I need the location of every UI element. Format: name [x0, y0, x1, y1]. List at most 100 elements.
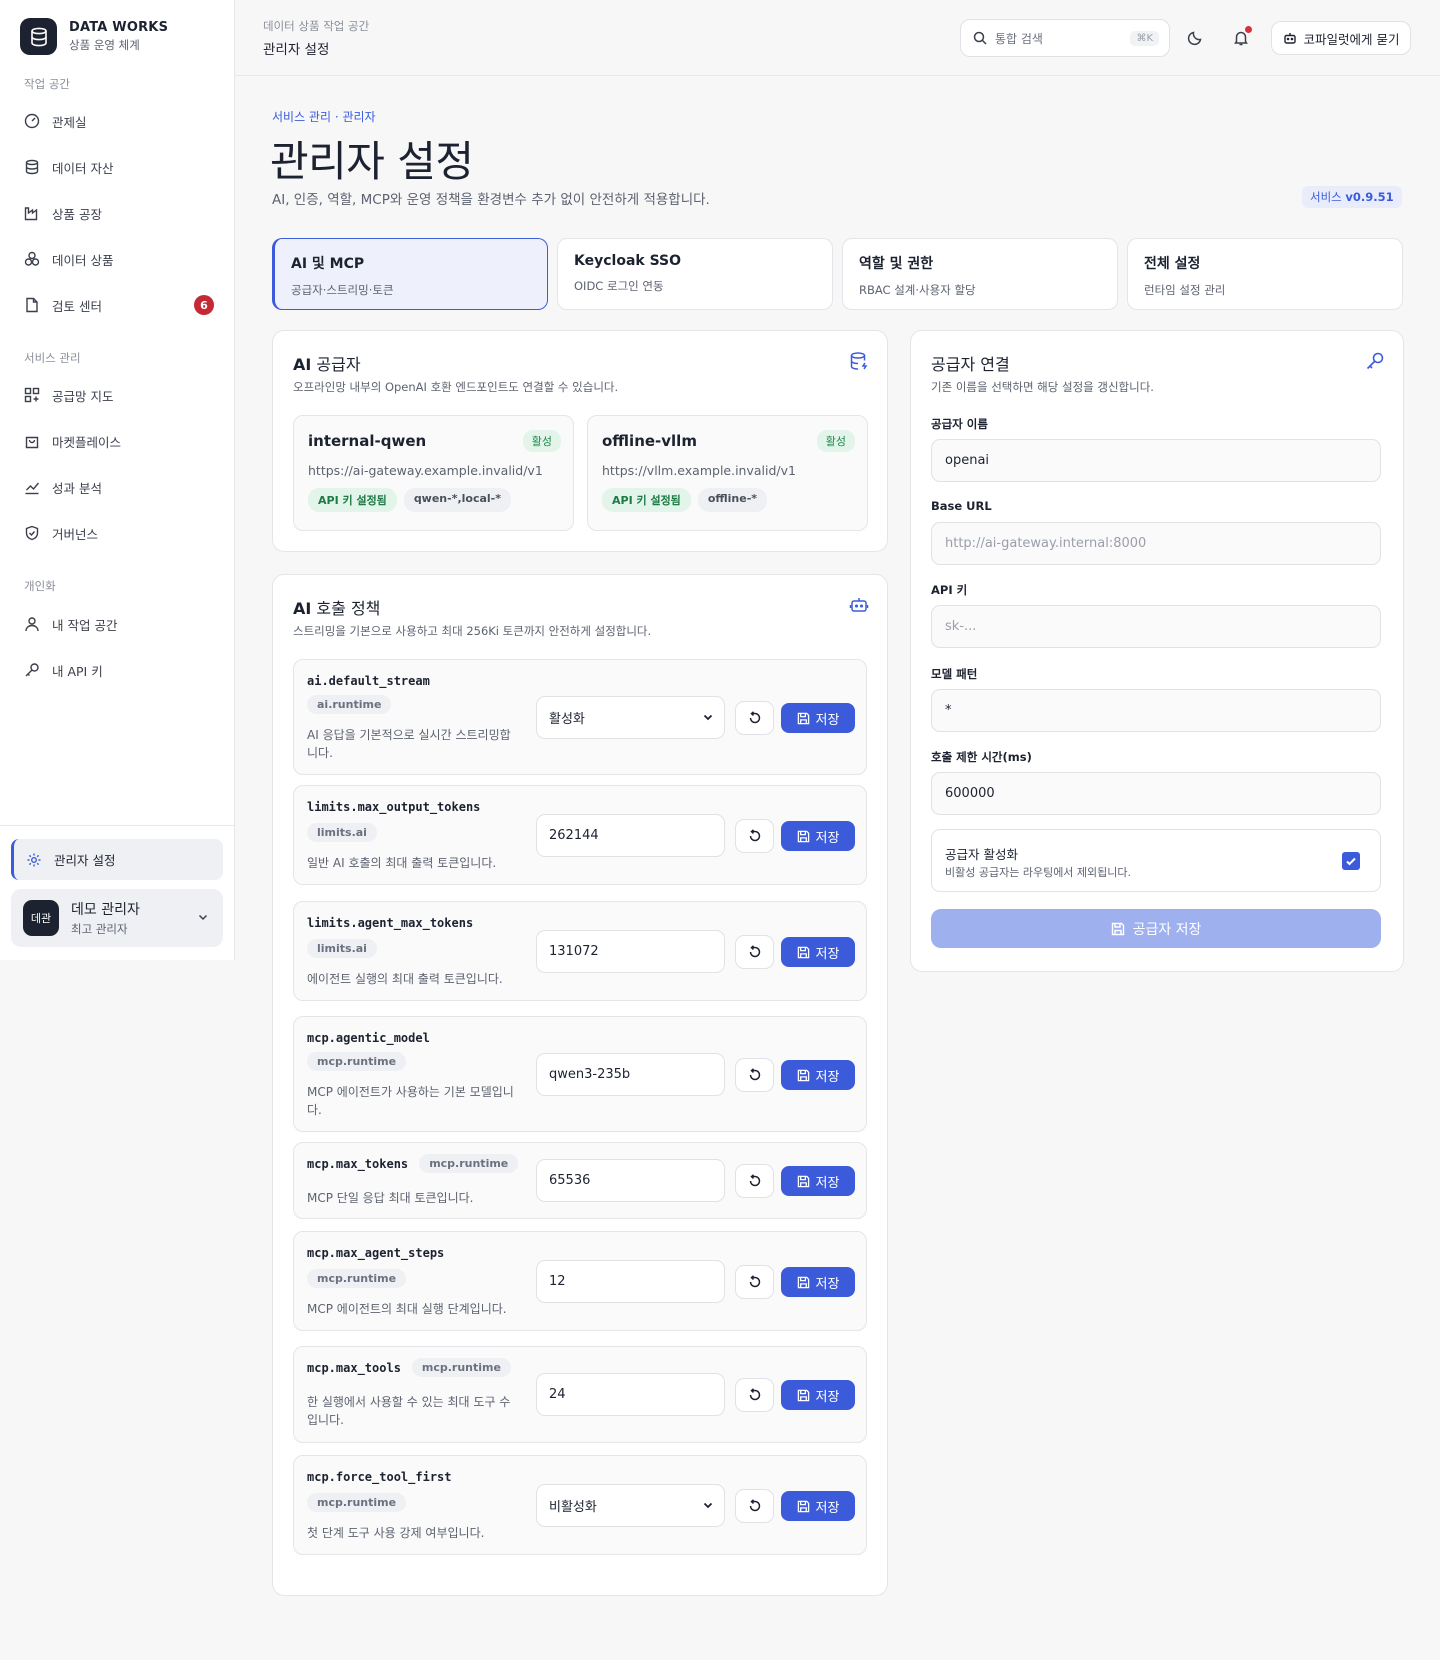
save-button[interactable]: 저장 [781, 821, 855, 851]
chevron-down-icon [703, 1502, 713, 1509]
tab-keycloak-sso[interactable]: Keycloak SSO OIDC 로그인 연동 [557, 238, 833, 310]
policy-row: ai.default_stream ai.runtime AI 응답을 기본적으로 … [293, 659, 867, 775]
status-badge: 활성 [816, 430, 855, 452]
tab-subtitle: 공급자·스트리밍·토큰 [291, 283, 394, 297]
sidebar-item-my-api-key[interactable]: 내 API 키 [24, 653, 214, 687]
document-icon [26, 297, 38, 313]
reset-button[interactable] [735, 1058, 774, 1092]
reset-button[interactable] [735, 1378, 774, 1412]
theme-toggle-button[interactable] [1181, 24, 1209, 52]
policy-value: 비활성화 [549, 1500, 597, 1515]
chevron-down-icon [703, 714, 713, 721]
policy-input[interactable]: 131072 [536, 930, 725, 973]
policy-input[interactable]: 24 [536, 1373, 725, 1416]
robot-icon [849, 598, 869, 612]
database-settings-icon [850, 352, 868, 370]
policy-row: mcp.max_agent_steps mcp.runtime MCP 에이전트의 … [293, 1231, 867, 1331]
sidebar-item-supply-map[interactable]: 공급망 지도 [24, 378, 214, 412]
policy-key: limits.agent_max_tokens [307, 916, 474, 930]
reset-button[interactable] [735, 1489, 774, 1523]
policy-scope-badge: mcp.runtime [411, 1358, 511, 1377]
sidebar-item-data-assets[interactable]: 데이터 자산 [24, 150, 214, 184]
save-label: 저장 [815, 712, 840, 728]
sidebar-item-marketplace[interactable]: 마켓플레이스 [24, 424, 214, 458]
tab-ai-mcp[interactable]: AI 및 MCP 공급자·스트리밍·토큰 [272, 238, 548, 310]
policy-row: limits.max_output_tokens limits.ai 일반 AI 호… [293, 785, 867, 885]
sidebar-item-analytics[interactable]: 성과 분석 [24, 470, 214, 504]
topbar-breadcrumb: 데이터 상품 작업 공간 [263, 19, 370, 33]
nav-section-label: 작업 공간 [24, 77, 70, 91]
notifications-button[interactable] [1227, 24, 1255, 52]
reset-button[interactable] [735, 1265, 774, 1299]
save-button[interactable]: 저장 [781, 1166, 855, 1196]
provider-name-field[interactable]: openai [931, 439, 1381, 482]
avatar: 데관 [23, 900, 59, 936]
breadcrumb[interactable]: 서비스 관리 · 관리자 [272, 108, 376, 125]
sidebar-item-governance[interactable]: 거버넌스 [24, 516, 214, 550]
tab-all-settings[interactable]: 전체 설정 런타임 설정 관리 [1127, 238, 1403, 310]
base-url-label: Base URL [931, 499, 992, 513]
topbar-page-title: 관리자 설정 [263, 42, 330, 58]
reset-button[interactable] [735, 935, 774, 969]
save-button[interactable]: 저장 [781, 1267, 855, 1297]
save-button[interactable]: 저장 [781, 703, 855, 733]
policy-input[interactable]: qwen3-235b [536, 1053, 725, 1096]
sidebar-item-my-workspace[interactable]: 내 작업 공간 [24, 607, 214, 641]
tab-subtitle: 런타임 설정 관리 [1144, 283, 1226, 297]
provider-item[interactable]: offline-vllm 활성 https://vllm.example.inv… [587, 415, 868, 531]
ask-copilot-button[interactable]: 코파일럿에게 묻기 [1271, 21, 1411, 55]
policy-value: 131072 [549, 944, 599, 959]
tab-roles-permissions[interactable]: 역할 및 권한 RBAC 설계·사용자 할당 [842, 238, 1118, 310]
toggle-description: 비활성 공급자는 라우팅에서 제외됩니다. [945, 866, 1132, 879]
save-button[interactable]: 저장 [781, 1060, 855, 1090]
factory-icon [24, 207, 38, 221]
sidebar-item-label: 관리자 설정 [54, 853, 116, 868]
sidebar-item-admin-settings[interactable]: 관리자 설정 [11, 839, 223, 880]
save-button[interactable]: 저장 [781, 1491, 855, 1521]
base-url-field[interactable]: http://ai-gateway.internal:8000 [931, 522, 1381, 565]
sidebar-item-label: 검토 센터 [52, 298, 102, 314]
database-logo-icon [20, 18, 57, 55]
policy-description: MCP 단일 응답 최대 토큰입니다. [307, 1191, 474, 1205]
tab-title: AI 및 MCP [291, 256, 365, 272]
policy-select[interactable]: 비활성화 [536, 1484, 725, 1527]
sidebar-item-label: 관제실 [52, 114, 87, 130]
sidebar-item-review-center[interactable]: 검토 센터 6 [24, 288, 214, 322]
reset-button[interactable] [735, 819, 774, 853]
sidebar-item-label: 마켓플레이스 [52, 434, 122, 450]
reset-button[interactable] [735, 1164, 774, 1198]
sidebar-item-label: 상품 공장 [52, 206, 102, 222]
ai-call-policy-card: AI 호출 정책 스트리밍을 기본으로 사용하고 최대 256Ki 토큰까지 안… [272, 574, 888, 1596]
search-input[interactable]: 통합 검색 ⌘K [960, 19, 1170, 57]
policy-scope-badge: mcp.runtime [307, 1269, 407, 1288]
provider-enabled-checkbox[interactable] [1342, 852, 1360, 870]
policy-description: MCP 에이전트가 사용하는 기본 모델입니다. [307, 1085, 514, 1117]
model-pattern-field[interactable]: * [931, 689, 1381, 732]
policy-input[interactable]: 12 [536, 1260, 725, 1303]
sidebar-item-product-factory[interactable]: 상품 공장 [24, 196, 214, 230]
policy-input[interactable]: 262144 [536, 814, 725, 857]
policy-value: 24 [549, 1387, 566, 1402]
provider-item[interactable]: internal-qwen 활성 https://ai-gateway.exam… [293, 415, 574, 531]
timeout-field[interactable]: 600000 [931, 772, 1381, 815]
save-button[interactable]: 저장 [781, 1380, 855, 1410]
policy-value: 12 [549, 1274, 566, 1289]
brand[interactable]: DATA WORKS 상품 운영 체계 [20, 18, 168, 55]
sidebar-item-label: 공급망 지도 [52, 388, 114, 404]
policy-input[interactable]: 65536 [536, 1159, 725, 1202]
sidebar-item-data-products[interactable]: 데이터 상품 [24, 242, 214, 276]
nav-section-label: 개인화 [24, 579, 56, 593]
sidebar-item-control-room[interactable]: 관제실 [24, 104, 214, 138]
api-key-field[interactable]: sk-... [931, 605, 1381, 648]
user-menu[interactable]: 데관 데모 관리자 최고 관리자 [11, 889, 223, 947]
provider-name-label: 공급자 이름 [931, 417, 988, 431]
save-button[interactable]: 저장 [781, 937, 855, 967]
policy-select[interactable]: 활성화 [536, 696, 725, 739]
save-provider-button[interactable]: 공급자 저장 [931, 909, 1381, 948]
provider-enable-toggle[interactable]: 공급자 활성화 비활성 공급자는 라우팅에서 제외됩니다. [931, 829, 1381, 892]
reset-button[interactable] [735, 701, 774, 735]
save-label: 저장 [815, 1500, 840, 1516]
reset-icon [749, 1068, 760, 1081]
policy-row: limits.agent_max_tokens limits.ai 에이전트 실행의… [293, 901, 867, 1001]
save-provider-label: 공급자 저장 [1132, 921, 1202, 938]
